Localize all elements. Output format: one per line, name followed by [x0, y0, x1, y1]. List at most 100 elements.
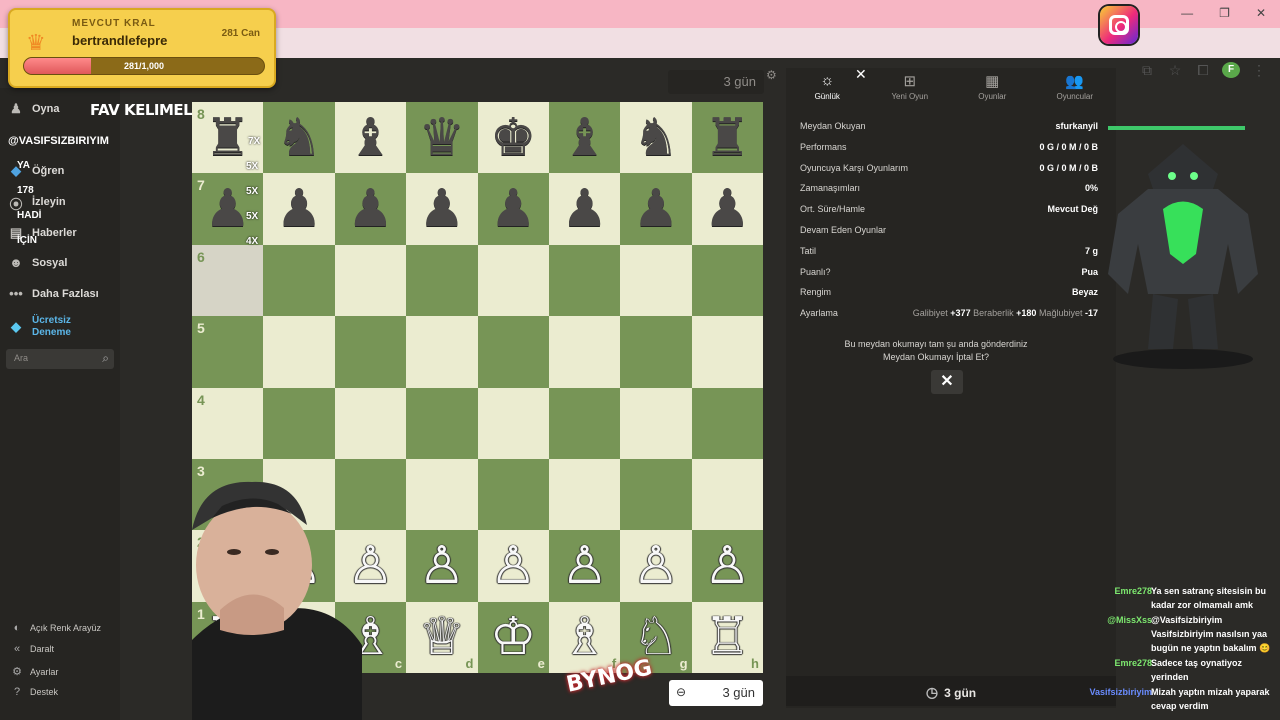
white-piece[interactable]: ♙ [704, 540, 751, 592]
board-square[interactable]: 5 [192, 316, 264, 388]
white-piece[interactable]: ♗ [561, 611, 608, 663]
board-square[interactable] [620, 244, 692, 317]
sidebar-item-social[interactable]: ☻ Sosyal [8, 255, 67, 271]
board-square[interactable]: ♝ [334, 102, 407, 174]
support-button[interactable]: ? Destek [10, 686, 58, 698]
black-piece[interactable]: ♜ [704, 112, 751, 164]
board-square[interactable]: f ♗ [548, 601, 621, 673]
board-square[interactable] [477, 387, 549, 459]
board-square[interactable]: ♙ [406, 530, 478, 602]
board-square[interactable] [406, 458, 478, 531]
black-piece[interactable]: ♟ [204, 183, 251, 235]
board-square[interactable] [406, 244, 478, 317]
close-window-icon[interactable]: ✕ [1256, 6, 1266, 20]
board-square[interactable] [334, 316, 407, 388]
black-piece[interactable]: ♞ [276, 112, 323, 164]
white-piece[interactable]: ♙ [419, 540, 466, 592]
sidebar-item-free-trial[interactable]: ◆ Ücretsiz Deneme [8, 315, 108, 339]
chat-username[interactable]: @MissXss [1107, 613, 1152, 627]
board-square[interactable] [691, 387, 763, 459]
board-square[interactable]: ♚ [477, 102, 549, 174]
board-square[interactable]: ♙ [477, 530, 549, 602]
board-square[interactable] [477, 316, 549, 388]
board-square[interactable]: ♟ [548, 173, 621, 245]
black-piece[interactable]: ♝ [347, 112, 394, 164]
board-square[interactable] [691, 244, 763, 317]
white-piece[interactable]: ♕ [419, 611, 466, 663]
board-square[interactable]: d ♕ [406, 601, 478, 673]
bookmark-star-icon[interactable]: ☆ [1166, 62, 1184, 79]
black-piece[interactable]: ♟ [276, 183, 323, 235]
board-square[interactable]: 7 ♟ [192, 173, 264, 245]
chat-username[interactable]: Emre278 [1114, 656, 1152, 670]
extensions-icon[interactable]: ⧠ [1194, 62, 1212, 79]
board-square[interactable] [548, 244, 621, 317]
black-piece[interactable]: ♟ [704, 183, 751, 235]
board-square[interactable] [263, 316, 335, 388]
tab-yeni-oyun[interactable]: ⊞ Yeni Oyun [869, 68, 952, 108]
board-square[interactable] [548, 458, 621, 531]
screen-share-icon[interactable]: ⧉ [1138, 62, 1156, 79]
board-square[interactable] [620, 316, 692, 388]
sidebar-item-more[interactable]: ••• Daha Fazlası [8, 286, 98, 302]
board-square[interactable]: ♙ [548, 530, 621, 602]
board-square[interactable]: 6 [192, 244, 264, 317]
board-square[interactable]: e ♔ [477, 601, 549, 673]
board-square[interactable]: ♟ [620, 173, 692, 245]
white-piece[interactable]: ♖ [704, 611, 751, 663]
black-piece[interactable]: ♞ [633, 112, 680, 164]
white-piece[interactable]: ♔ [490, 611, 537, 663]
board-square[interactable]: ♟ [334, 173, 407, 245]
tab-oyunlar[interactable]: ▦ Oyunlar [951, 68, 1034, 108]
collapse-button[interactable]: « Daralt [10, 643, 54, 655]
minimize-icon[interactable]: — [1181, 6, 1193, 20]
restore-icon[interactable]: ❐ [1219, 6, 1230, 20]
close-panel-icon[interactable]: ✕ [855, 66, 867, 83]
board-square[interactable]: ♟ [691, 173, 763, 245]
chat-username[interactable]: Emre278 [1114, 584, 1152, 598]
board-square[interactable]: h ♖ [691, 601, 763, 673]
board-square[interactable] [477, 458, 549, 531]
board-square[interactable] [620, 458, 692, 531]
black-piece[interactable]: ♛ [419, 112, 466, 164]
board-square[interactable]: ♟ [406, 173, 478, 245]
black-piece[interactable]: ♟ [419, 183, 466, 235]
tab-oyuncular[interactable]: 👥 Oyuncular [1034, 68, 1117, 108]
board-square[interactable] [691, 458, 763, 531]
board-square[interactable] [263, 387, 335, 459]
white-piece[interactable]: ♙ [633, 540, 680, 592]
light-theme-button[interactable]: ◐ Açık Renk Arayüz [10, 622, 101, 634]
search-input[interactable]: Ara ⌕ [6, 349, 114, 369]
board-settings-icon[interactable]: ⚙ [766, 68, 777, 82]
sidebar-item-watch[interactable]: ⦿ İzleyin [8, 194, 65, 212]
white-piece[interactable]: ♙ [490, 540, 537, 592]
board-square[interactable]: ♜ [691, 102, 763, 174]
black-piece[interactable]: ♝ [561, 112, 608, 164]
board-square[interactable] [334, 387, 407, 459]
board-square[interactable]: ♙ [620, 530, 692, 602]
board-square[interactable]: ♟ [263, 173, 335, 245]
black-piece[interactable]: ♟ [561, 183, 608, 235]
profile-avatar[interactable]: F [1222, 62, 1240, 78]
board-square[interactable]: ♝ [548, 102, 621, 174]
board-square[interactable]: ♟ [477, 173, 549, 245]
black-piece[interactable]: ♜ [204, 112, 251, 164]
board-square[interactable]: ♛ [406, 102, 478, 174]
board-square[interactable] [620, 387, 692, 459]
sidebar-item-play[interactable]: ♟ Oyna [8, 101, 59, 117]
board-square[interactable]: ♙ [691, 530, 763, 602]
cancel-challenge-button[interactable]: ✕ [931, 370, 963, 394]
board-square[interactable]: ♞ [620, 102, 692, 174]
board-square[interactable] [548, 316, 621, 388]
board-square[interactable] [263, 244, 335, 317]
white-piece[interactable]: ♘ [633, 611, 680, 663]
white-piece[interactable]: ♙ [561, 540, 608, 592]
black-piece[interactable]: ♚ [490, 112, 537, 164]
black-piece[interactable]: ♟ [347, 183, 394, 235]
board-square[interactable] [406, 387, 478, 459]
board-square[interactable] [406, 316, 478, 388]
board-square[interactable] [477, 244, 549, 317]
black-piece[interactable]: ♟ [633, 183, 680, 235]
board-square[interactable]: 4 [192, 387, 264, 459]
board-square[interactable] [691, 316, 763, 388]
